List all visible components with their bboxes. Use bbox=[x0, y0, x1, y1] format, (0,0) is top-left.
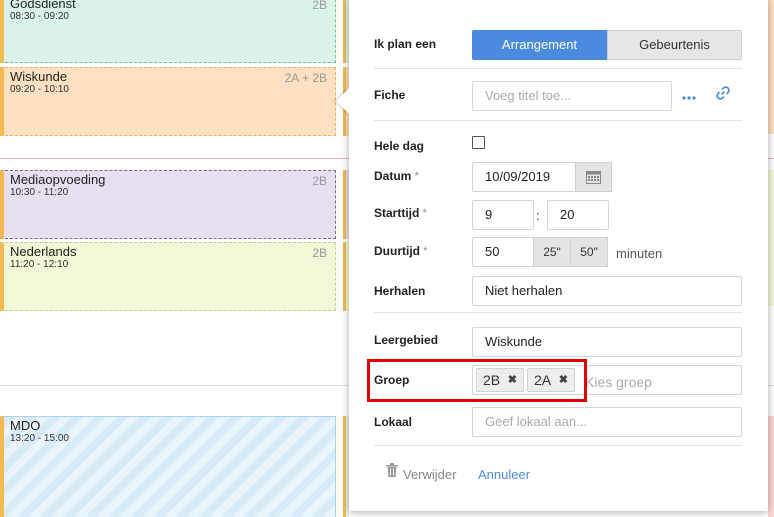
more-options-icon[interactable] bbox=[679, 86, 699, 106]
required-marker: * bbox=[422, 206, 428, 220]
calendar-picker-button[interactable] bbox=[575, 162, 612, 192]
event-title: MDO bbox=[10, 418, 41, 433]
duurtijd-label-text: Duurtijd bbox=[374, 244, 420, 258]
event-title: Mediaopvoeding bbox=[10, 172, 106, 187]
duration-unit: minuten bbox=[616, 246, 663, 261]
segment-arrangement[interactable]: Arrangement bbox=[472, 30, 607, 60]
event-group: 2B bbox=[312, 246, 327, 260]
hele-dag-label: Hele dag bbox=[374, 139, 425, 153]
leergebied-label: Leergebied bbox=[374, 333, 439, 347]
group-tag-label: 2B bbox=[483, 372, 501, 388]
segment-gebeurtenis[interactable]: Gebeurtenis bbox=[607, 30, 742, 60]
group-tag-label: 2A bbox=[534, 372, 552, 388]
divider bbox=[374, 312, 742, 313]
fiche-title-input[interactable]: Voeg titel toe... bbox=[472, 81, 672, 111]
event-group: 2B bbox=[312, 174, 327, 188]
event-nederlands[interactable]: Nederlands 11:20 - 12:10 2B bbox=[0, 242, 336, 311]
datum-label: Datum * bbox=[374, 169, 419, 183]
event-group: 2B bbox=[312, 0, 327, 12]
remove-tag-icon[interactable]: ✖ bbox=[559, 369, 568, 391]
event-peek bbox=[768, 170, 774, 306]
herhalen-select[interactable]: Niet herhalen bbox=[472, 276, 742, 306]
event-group: 2A + 2B bbox=[284, 71, 327, 85]
groep-placeholder: Kies groep bbox=[585, 374, 652, 390]
plan-popup: Ik plan een Arrangement Gebeurtenis Fich… bbox=[336, 0, 768, 511]
groep-label: Groep bbox=[374, 373, 410, 387]
herhalen-label: Herhalen bbox=[374, 284, 426, 298]
event-mdo[interactable]: MDO 13:20 - 15:00 bbox=[0, 416, 336, 517]
required-marker: * bbox=[414, 169, 420, 183]
popup-arrow bbox=[336, 88, 362, 114]
event-time: 10:30 - 11:20 bbox=[10, 187, 69, 198]
divider bbox=[374, 445, 742, 446]
duration-25-button[interactable]: 25" bbox=[533, 237, 571, 267]
plan-type-label: Ik plan een bbox=[374, 37, 437, 51]
event-wiskunde[interactable]: Wiskunde 09:20 - 10:10 2A + 2B bbox=[0, 67, 336, 136]
event-peek bbox=[768, 416, 774, 517]
leergebied-select[interactable]: Wiskunde bbox=[472, 327, 742, 357]
lokaal-label: Lokaal bbox=[374, 415, 413, 429]
event-mediaopvoeding[interactable]: Mediaopvoeding 10:30 - 11:20 2B bbox=[0, 170, 336, 239]
start-hour-input[interactable]: 9 bbox=[472, 200, 534, 230]
duurtijd-label: Duurtijd * bbox=[374, 244, 428, 258]
duration-input[interactable]: 50 bbox=[472, 237, 534, 267]
datum-input[interactable]: 10/09/2019 bbox=[472, 162, 576, 192]
hele-dag-checkbox[interactable] bbox=[472, 136, 485, 149]
starttijd-label: Starttijd * bbox=[374, 206, 427, 220]
starttijd-label-text: Starttijd bbox=[374, 206, 420, 220]
event-time: 13:20 - 15:00 bbox=[10, 433, 69, 444]
event-godsdienst[interactable]: Godsdienst 08:30 - 09:20 2B bbox=[0, 0, 336, 63]
duration-50-button[interactable]: 50" bbox=[570, 237, 608, 267]
event-peek bbox=[768, 0, 774, 134]
divider bbox=[374, 120, 742, 121]
divider bbox=[374, 68, 742, 69]
group-tag: 2B ✖ bbox=[476, 368, 524, 392]
datum-label-text: Datum bbox=[374, 169, 412, 183]
event-title: Nederlands bbox=[10, 244, 77, 259]
group-tag: 2A ✖ bbox=[527, 368, 575, 392]
delete-button[interactable]: Verwijder bbox=[403, 467, 456, 482]
link-icon[interactable] bbox=[713, 85, 733, 105]
time-separator: : bbox=[536, 208, 540, 223]
remove-tag-icon[interactable]: ✖ bbox=[508, 369, 517, 391]
event-time: 08:30 - 09:20 bbox=[10, 11, 69, 22]
event-time: 09:20 - 10:10 bbox=[10, 84, 69, 95]
event-title: Godsdienst bbox=[10, 0, 76, 11]
fiche-label: Fiche bbox=[374, 88, 406, 102]
calendar-icon bbox=[586, 171, 601, 184]
trash-icon[interactable] bbox=[386, 463, 398, 477]
lokaal-input[interactable]: Geef lokaal aan... bbox=[472, 407, 742, 437]
start-minute-input[interactable]: 20 bbox=[547, 200, 609, 230]
event-time: 11:20 - 12:10 bbox=[10, 259, 69, 270]
cancel-button[interactable]: Annuleer bbox=[478, 467, 530, 482]
required-marker: * bbox=[423, 244, 428, 258]
